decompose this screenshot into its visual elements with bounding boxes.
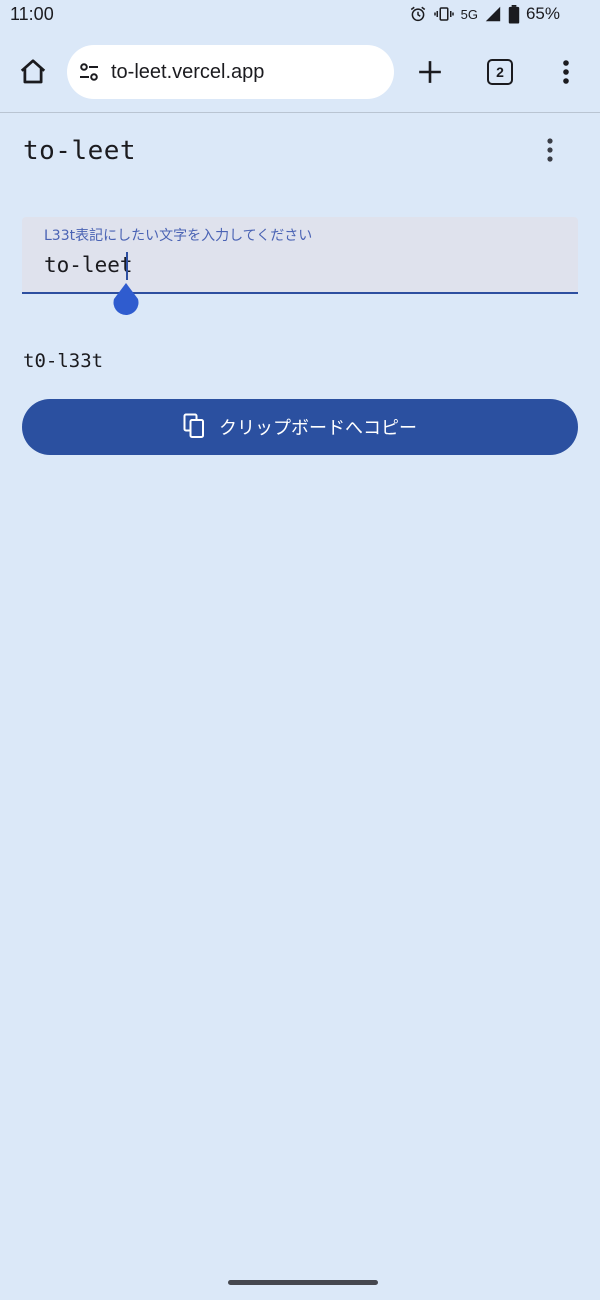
leet-result: t0-l33t xyxy=(23,350,104,372)
copy-button-label: クリップボードへコピー xyxy=(219,418,417,439)
status-time: 11:00 xyxy=(10,4,54,24)
app-menu-button[interactable] xyxy=(535,134,565,166)
more-vert-icon xyxy=(547,138,553,162)
home-icon xyxy=(20,59,46,84)
battery-icon xyxy=(508,4,520,24)
vibrate-icon xyxy=(433,5,455,23)
site-settings-icon[interactable] xyxy=(77,60,101,84)
home-button[interactable] xyxy=(13,52,53,92)
battery-level: 65% xyxy=(525,4,560,23)
leet-input-field[interactable]: L33t表記にしたい文字を入力してください xyxy=(22,217,578,294)
input-label: L33t表記にしたい文字を入力してください xyxy=(44,228,313,244)
status-icons: 5G 65% xyxy=(409,4,560,24)
browser-toolbar: to-leet.vercel.app 2 xyxy=(0,32,600,112)
cursor-handle[interactable] xyxy=(111,281,141,317)
page-title: to-leet xyxy=(23,136,137,166)
signal-icon xyxy=(484,5,502,23)
text-cursor xyxy=(126,252,128,280)
more-vert-icon xyxy=(563,60,569,84)
alarm-icon xyxy=(409,5,427,23)
status-bar: 11:00 5G 65% xyxy=(0,0,600,32)
new-tab-button[interactable] xyxy=(410,52,450,92)
toolbar-divider xyxy=(0,112,600,113)
tab-switcher-button[interactable]: 2 xyxy=(480,52,520,92)
browser-menu-button[interactable] xyxy=(546,52,586,92)
url-text[interactable]: to-leet.vercel.app xyxy=(111,61,264,84)
address-bar[interactable]: to-leet.vercel.app xyxy=(67,45,394,99)
plus-icon xyxy=(419,61,441,83)
copy-to-clipboard-button[interactable]: クリップボードへコピー xyxy=(22,399,578,455)
gesture-home-bar[interactable] xyxy=(228,1280,378,1285)
copy-icon xyxy=(183,413,205,442)
leet-input[interactable] xyxy=(44,253,544,277)
network-type: 5G xyxy=(460,6,478,22)
tab-count: 2 xyxy=(487,59,513,85)
